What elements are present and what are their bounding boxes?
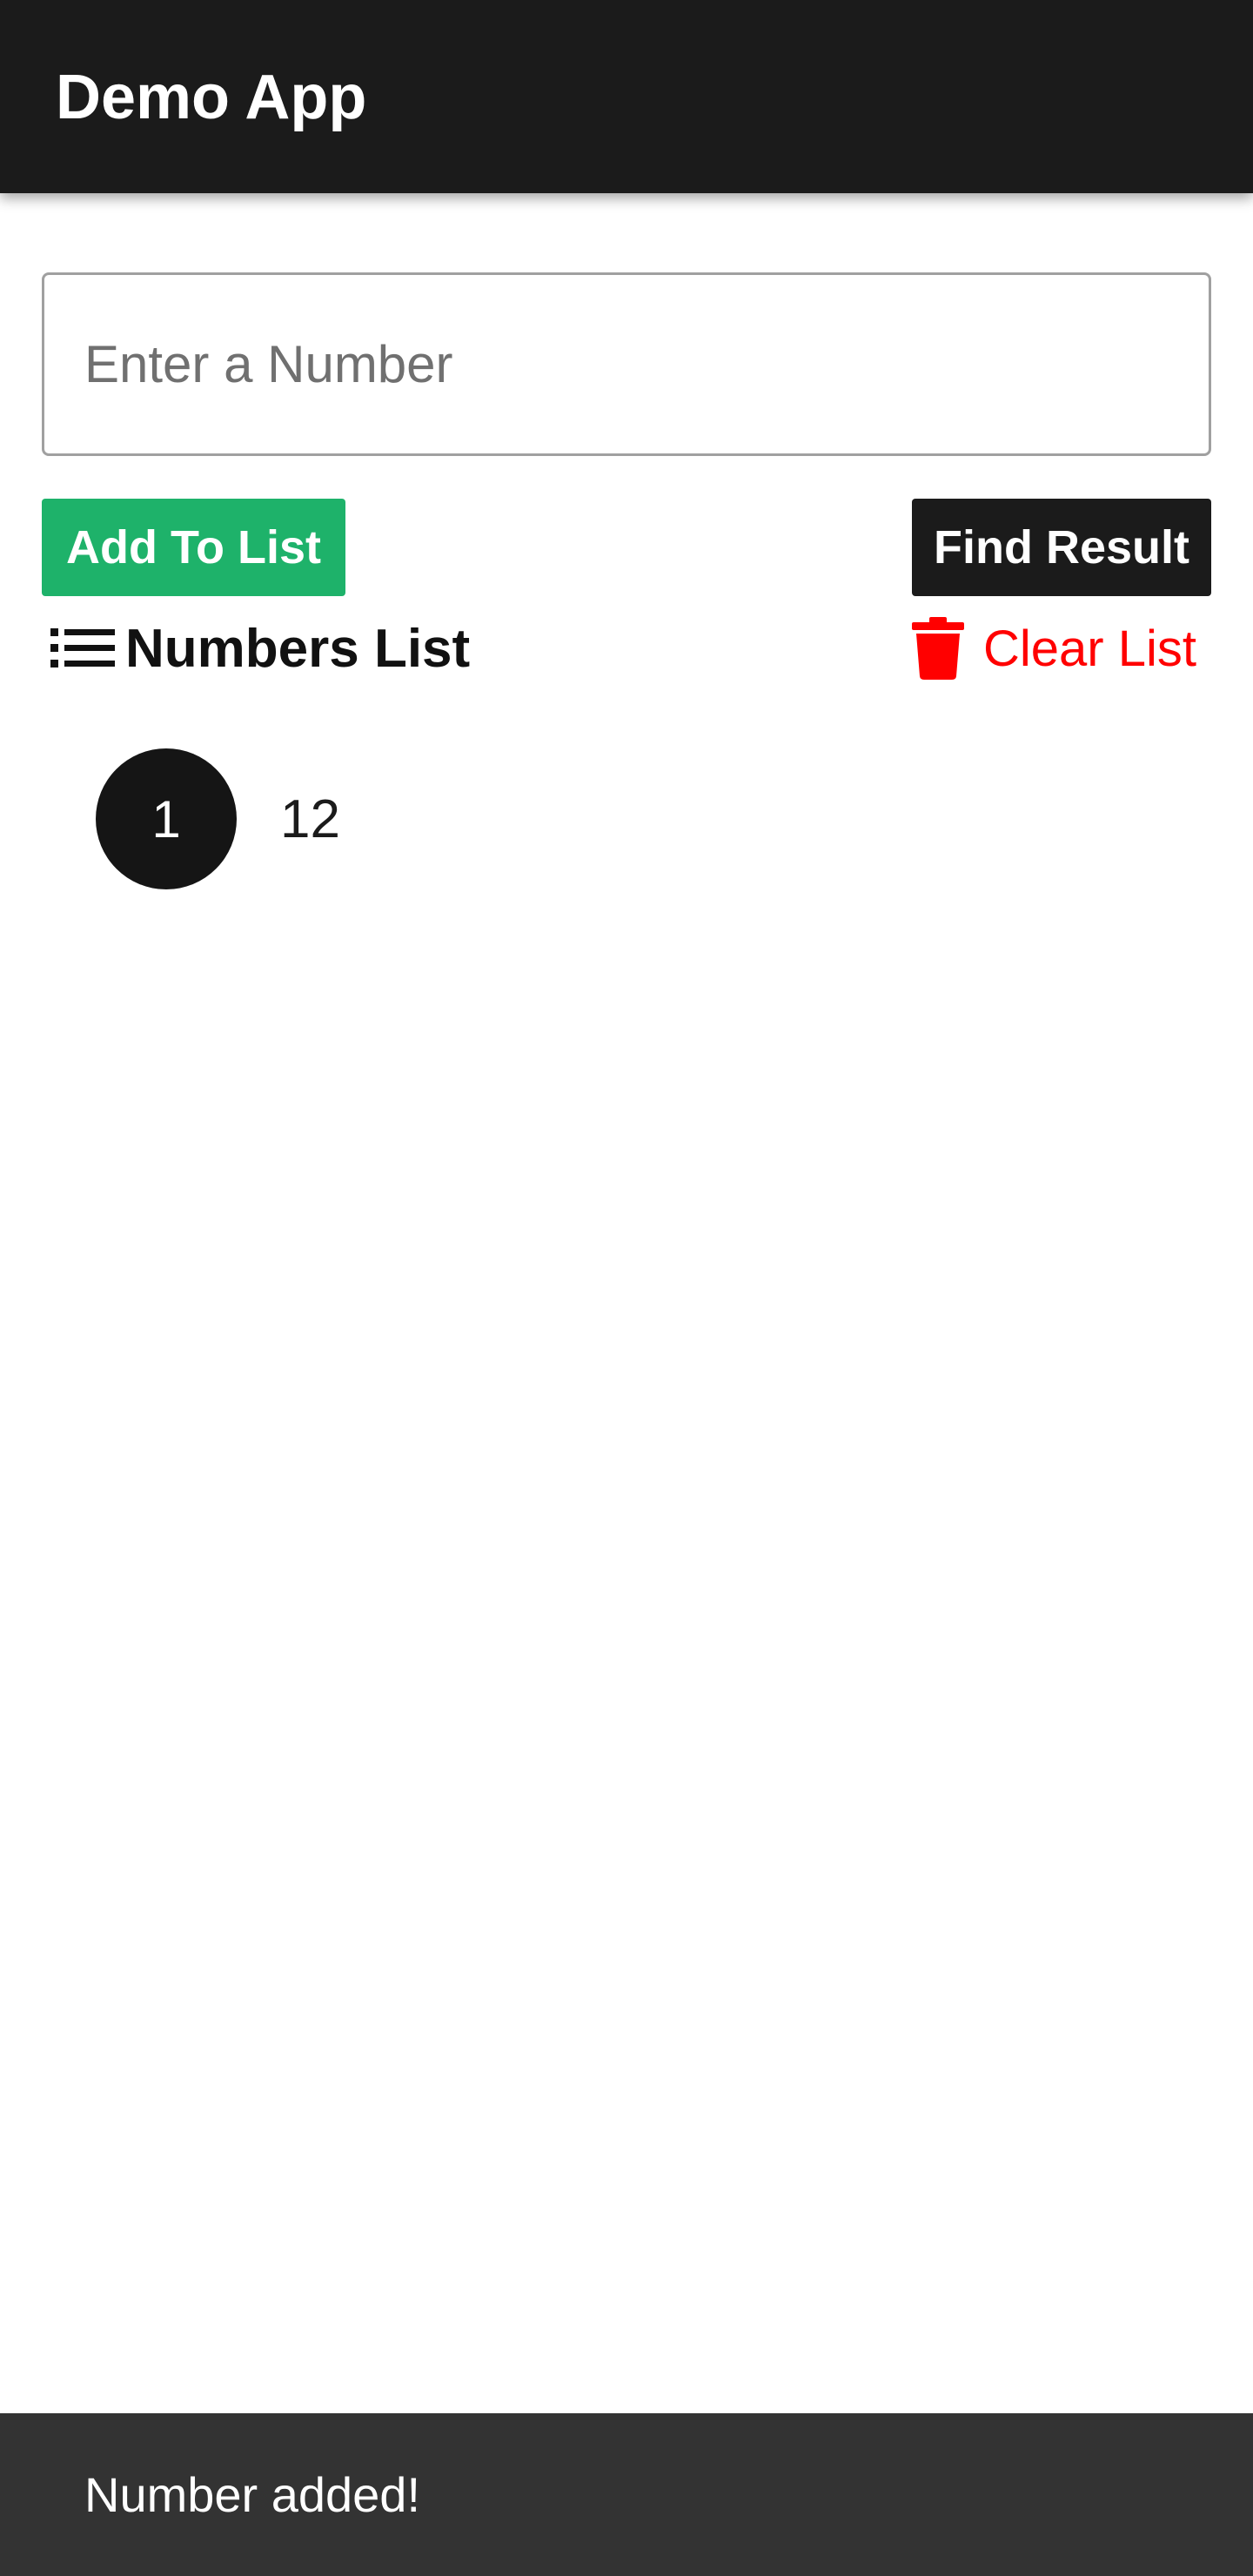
numbers-list-title: Numbers List bbox=[125, 618, 471, 679]
snackbar-message: Number added! bbox=[84, 2467, 421, 2522]
item-index-badge: 1 bbox=[96, 748, 237, 889]
add-to-list-button[interactable]: Add To List bbox=[42, 499, 345, 596]
clear-list-label: Clear List bbox=[983, 620, 1196, 677]
find-result-button[interactable]: Find Result bbox=[912, 499, 1211, 596]
app-screen: Demo App Add To List Find Result Numbers… bbox=[0, 0, 1253, 2576]
list-icon bbox=[50, 628, 115, 667]
app-bar: Demo App bbox=[0, 0, 1253, 193]
list-item: 1 12 bbox=[96, 748, 340, 889]
snackbar: Number added! bbox=[0, 2413, 1253, 2576]
numbers-list-header: Numbers List bbox=[50, 609, 470, 688]
number-input[interactable] bbox=[42, 272, 1211, 456]
trash-icon bbox=[912, 617, 964, 680]
item-value: 12 bbox=[280, 788, 340, 849]
app-title: Demo App bbox=[56, 63, 367, 132]
clear-list-button[interactable]: Clear List bbox=[912, 609, 1196, 688]
